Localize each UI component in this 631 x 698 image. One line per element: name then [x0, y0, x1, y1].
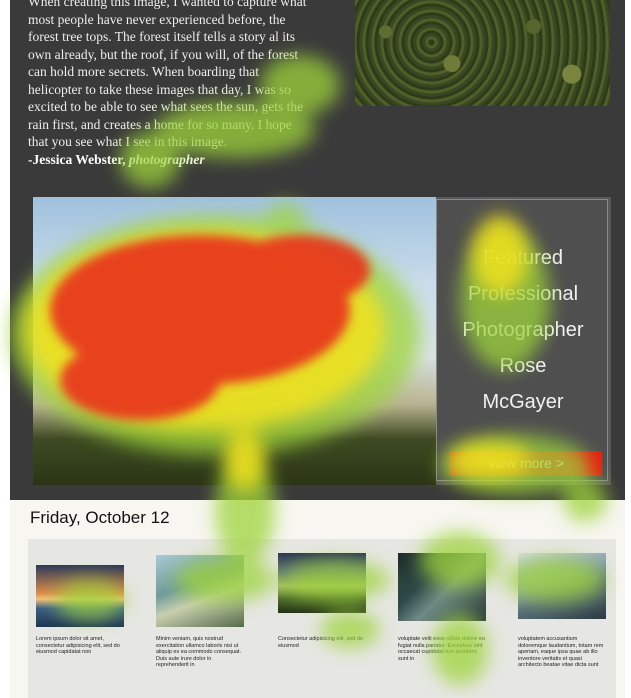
story-line: excited to be able to see what sees the … [28, 99, 304, 114]
gallery-caption: Consectetur adipisicing elit, sed do eiu… [278, 636, 363, 649]
featured-title-line: McGayer [482, 391, 564, 413]
gallery-caption: Lorem ipsum dolor sit amet, consectetur … [36, 636, 120, 655]
gallery-thumbnail-coast[interactable] [398, 553, 486, 621]
story-line: When creating this image, I wanted to ca… [28, 0, 307, 9]
gallery-caption: voluptate velit esse cillum dolore eu fu… [398, 636, 485, 662]
gallery-caption: voluptatem accusantium doloremque laudan… [518, 636, 604, 668]
story-text: When creating this image, I wanted to ca… [28, 0, 350, 168]
view-more-button[interactable]: view more > [450, 451, 602, 476]
story-line: that you see what I see in this image. [28, 134, 228, 149]
story-line: own already, but the roof, if you will, … [28, 46, 299, 62]
signature-role: photographer [128, 151, 205, 167]
featured-photographer-panel: Featured Professional Photographer Rose … [436, 199, 608, 481]
gallery-thumbnail-shore[interactable] [156, 555, 244, 627]
gallery-caption: Minim veniam, quis nostrud exercitation … [156, 636, 241, 668]
featured-title-line: Professional [467, 283, 579, 305]
story-line: forest tree tops. The forest itself tell… [28, 29, 296, 44]
story-line: can hold more secrets. When boarding tha… [28, 64, 260, 79]
featured-banner: Featured Professional Photographer Rose … [33, 197, 611, 485]
featured-title-line: Photographer [462, 319, 584, 341]
story-line: most people have never experienced befor… [28, 11, 286, 27]
story-line: rain first, and creates a home for so ma… [28, 116, 292, 132]
gallery-thumbnail-hills[interactable] [278, 553, 366, 613]
forest-treetops-photo[interactable] [355, 0, 610, 106]
date-heading: Friday, October 12 [30, 508, 170, 527]
signature-name: -Jessica Webster, [28, 151, 129, 167]
featured-title-line: Rose [499, 355, 547, 377]
featured-title-line: Featured [482, 247, 564, 269]
featured-title: Featured Professional Photographer Rose … [437, 240, 609, 420]
gallery-thumbnail-sunset[interactable] [36, 565, 124, 627]
signature: -Jessica Webster, photographer [28, 151, 350, 169]
story-line: helicopter to take these images that day… [28, 81, 292, 97]
gallery-thumbnail-waves[interactable] [518, 553, 606, 619]
featured-landscape-photo[interactable] [33, 197, 436, 485]
thumbnail-gallery: Lorem ipsum dolor sit amet, consectetur … [28, 539, 616, 698]
